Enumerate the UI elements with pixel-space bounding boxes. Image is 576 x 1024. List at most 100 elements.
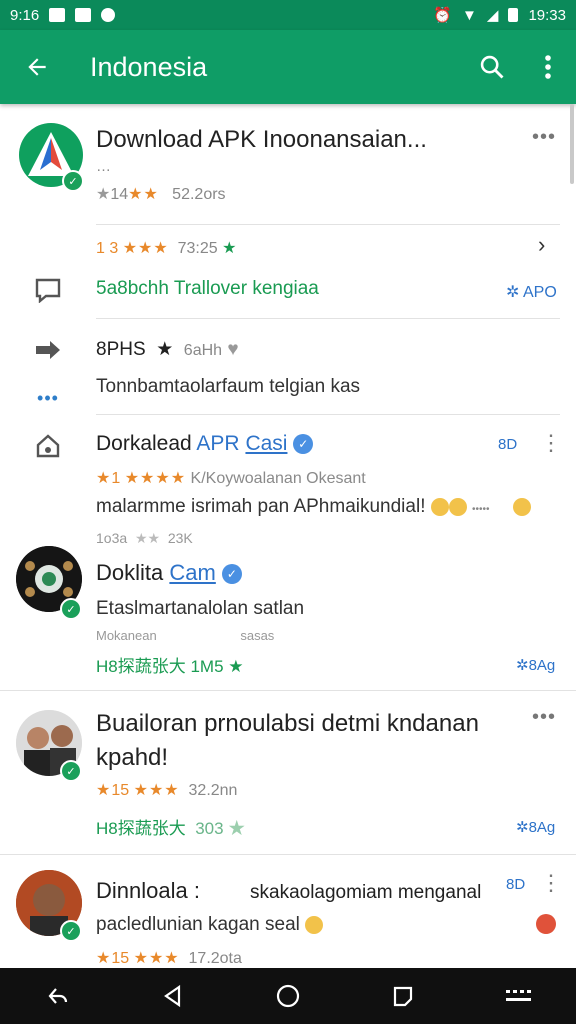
verified-badge-icon: ✓ xyxy=(60,760,82,782)
emoji-icon xyxy=(305,915,324,934)
post-header: Dorkalead APR Casi ✓ xyxy=(96,432,314,456)
post-rating-prefix: 15 xyxy=(111,950,130,967)
alarm-icon: ⏰ xyxy=(433,7,453,24)
post-tag[interactable]: ✲8Ag xyxy=(516,818,555,836)
line2-stars: ★★★ xyxy=(122,240,169,257)
apo-tag[interactable]: ✲ APO xyxy=(506,282,557,302)
status-bar: 9:16 ⏰ ▼ ◢ 19:33 xyxy=(0,0,576,30)
line4-name: 8PHS xyxy=(96,339,146,360)
post-tag-text: 8Ag xyxy=(528,819,556,836)
post-author-suffix: APR xyxy=(196,432,240,455)
back-arrow-icon[interactable] xyxy=(0,30,74,104)
verified-icon: ✓ xyxy=(221,564,242,585)
post-link[interactable]: Casi xyxy=(245,432,287,455)
search-icon[interactable] xyxy=(464,30,520,104)
heart-icon: ♥ xyxy=(227,339,239,360)
home-icon xyxy=(32,430,64,462)
post-rating-prefix: 15 xyxy=(111,782,130,799)
rating-prefix: 14 xyxy=(110,186,129,203)
post-meta-2: sasas xyxy=(240,628,275,643)
nav-keyboard-icon[interactable] xyxy=(488,968,548,1024)
angry-emoji-icon xyxy=(536,914,556,934)
post-tag[interactable]: 8D xyxy=(498,436,517,453)
post-body: pacledlunian kagan seal xyxy=(96,914,324,936)
post-stats: H8探蔬张大 1M5 ★ xyxy=(96,657,244,676)
share-arrow-icon[interactable] xyxy=(32,334,64,366)
post-stats-value: 1M5 xyxy=(190,657,224,676)
system-nav-bar xyxy=(0,968,576,1024)
overflow-menu-icon[interactable] xyxy=(520,30,576,104)
chevron-right-icon[interactable]: › xyxy=(538,232,545,258)
emoji-icon xyxy=(448,497,467,516)
rating-stars: ★★ xyxy=(128,186,159,203)
post-body-text: malarmme isrimah pan APhmaikundial! xyxy=(96,496,426,517)
post-meta-text: Mokanean xyxy=(96,628,157,643)
nav-triangle-icon[interactable] xyxy=(143,968,203,1024)
app-subtitle: … xyxy=(96,158,111,175)
post-more-icon[interactable]: ⋮ xyxy=(540,430,562,456)
divider xyxy=(0,854,576,855)
post-body-right: skakaolagomiam menganal xyxy=(250,882,482,903)
line5-text: Tonnbamtaolarfaum telgian kas xyxy=(96,376,361,397)
post-body: malarmme isrimah pan APhmaikundial! ••••… xyxy=(96,496,531,518)
app-bar: Indonesia xyxy=(0,30,576,104)
verified-icon: ✓ xyxy=(293,434,314,455)
line3-text: 5a8bchh Trallover kengiaa xyxy=(96,278,319,299)
verified-badge-icon: ✓ xyxy=(62,170,84,192)
post-link[interactable]: Cam xyxy=(169,560,215,585)
post-stats-text: H8探蔬张大 xyxy=(96,657,186,676)
app-title[interactable]: Download APK Inoonansaian... xyxy=(96,126,516,154)
post-stars: ★★★★ xyxy=(124,470,187,487)
post-author[interactable]: Buailoran prnoulabsi detmi kndanan xyxy=(96,710,479,738)
translated-link[interactable]: 5a8bchh Trallover kengiaa xyxy=(96,278,319,300)
feed-list[interactable]: ✓ Download APK Inoonansaian... ••• … ★ 14… xyxy=(0,104,576,968)
post-author-line2: kpahd! xyxy=(96,744,169,771)
post-more-icon[interactable]: ••• xyxy=(532,706,556,729)
post-card[interactable]: ✓ Doklita Cam ✓ Etaslmartanalolan satlan… xyxy=(0,544,576,690)
star-icon: ★ xyxy=(222,240,237,257)
post-more-icon[interactable]: ⋮ xyxy=(540,870,562,896)
post-stats: H8探蔬张大 303 ★ xyxy=(96,819,246,838)
app-card[interactable]: ✓ Download APK Inoonansaian... ••• … ★ 14… xyxy=(0,120,576,420)
post-rating: ★15 ★★★ 17.2ota xyxy=(96,950,242,967)
divider xyxy=(96,318,560,319)
line4-meta: 6aHh xyxy=(183,342,223,359)
divider xyxy=(96,224,560,225)
post-author[interactable]: Dinnloala : xyxy=(96,878,200,904)
card-more-icon[interactable]: ••• xyxy=(532,126,556,149)
post-tag[interactable]: ✲8Ag xyxy=(516,656,555,674)
post-meta: K/Koywoalanan Okesant xyxy=(190,470,366,487)
post-card[interactable]: ✓ Dinnloala : skakaolagomiam menganal 8D… xyxy=(0,868,576,968)
page-title: Indonesia xyxy=(90,51,208,82)
wifi-icon: ▼ xyxy=(462,6,477,24)
more-horizontal-icon[interactable]: ••• xyxy=(32,382,64,414)
post-author[interactable]: Dorkalead xyxy=(96,432,192,455)
post-card[interactable]: Dorkalead APR Casi ✓ 8D ⋮ ★1 ★★★★ K/Koyw… xyxy=(0,430,576,554)
post-value: 32.2nn xyxy=(188,782,238,799)
dots-icon: ••••• xyxy=(472,504,490,515)
status-time-left: 9:16 xyxy=(10,6,40,24)
post-stars: ★★★ xyxy=(133,950,180,967)
verified-badge-icon: ✓ xyxy=(60,598,82,620)
post-body-text: pacledlunian kagan seal xyxy=(96,914,300,935)
nav-back-icon[interactable] xyxy=(28,968,88,1024)
post-author[interactable]: Doklita xyxy=(96,560,163,585)
post-rating: ★1 ★★★★ K/Koywoalanan Okesant xyxy=(96,470,366,487)
line3-tag: APO xyxy=(522,284,557,301)
battery-icon xyxy=(508,8,519,22)
emoji-icon xyxy=(512,497,531,516)
status-time-right: 19:33 xyxy=(528,6,566,24)
line2-rating: 1 3 xyxy=(96,240,119,257)
signal-icon: ◢ xyxy=(486,7,499,24)
chat-icon xyxy=(101,8,116,22)
post-meta: Mokanean sasas xyxy=(96,628,274,643)
nav-home-icon[interactable] xyxy=(258,968,318,1024)
notification-icon xyxy=(49,8,66,22)
nav-recents-icon[interactable] xyxy=(373,968,433,1024)
review-count: 52.2ors xyxy=(172,186,226,203)
post-card[interactable]: ✓ Buailoran prnoulabsi detmi kndanan •••… xyxy=(0,706,576,854)
post-tag[interactable]: 8D xyxy=(506,876,525,893)
post-value: 17.2ota xyxy=(188,950,242,967)
post-tag-text: 8Ag xyxy=(528,657,556,674)
line2-value: 73:25 xyxy=(177,240,218,257)
